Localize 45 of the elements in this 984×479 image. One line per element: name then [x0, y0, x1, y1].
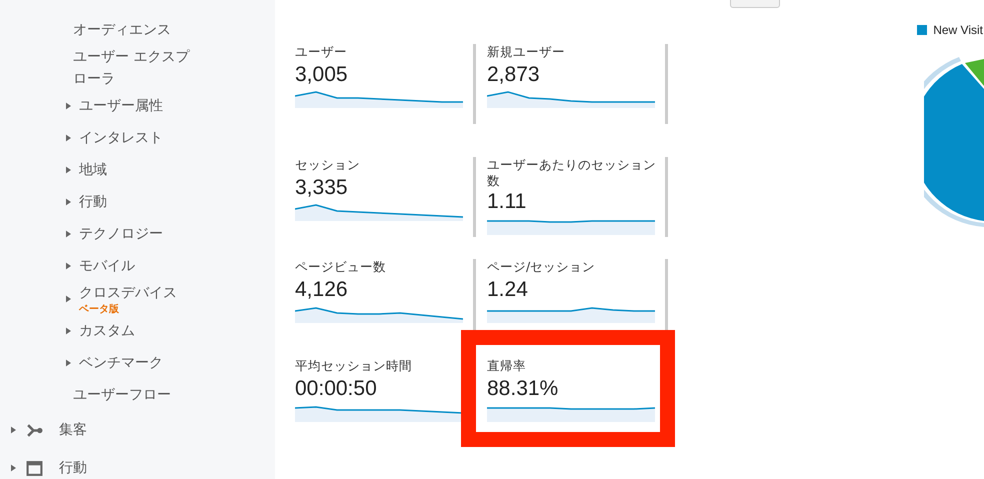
metric-value: 3,005 — [295, 62, 349, 88]
metric-value: 88.31% — [487, 376, 560, 402]
legend-label: New Visit — [933, 23, 984, 37]
expand-arrow-icon[interactable] — [66, 166, 71, 174]
expand-arrow-icon[interactable] — [11, 426, 16, 434]
metric-label: セッション — [295, 157, 360, 173]
beta-label: ベータ版 — [79, 304, 120, 315]
expand-arrow-icon[interactable] — [66, 262, 71, 270]
expand-arrow-icon[interactable] — [66, 102, 71, 110]
metric-value: 1.24 — [487, 277, 529, 303]
sidebar-item[interactable]: オーディエンス — [73, 19, 171, 41]
sidebar-item[interactable]: カスタム — [79, 320, 135, 342]
expand-arrow-icon[interactable] — [66, 230, 71, 238]
sidebar-item[interactable]: インタレスト — [79, 127, 163, 149]
expand-arrow-icon[interactable] — [66, 327, 71, 335]
metric-label: ユーザーあたりのセッション数 — [487, 157, 657, 189]
metric-value: 00:00:50 — [295, 376, 378, 402]
window-icon — [26, 460, 43, 476]
sidebar-item[interactable]: ユーザー属性 — [79, 95, 163, 117]
expand-arrow-icon[interactable] — [66, 198, 71, 206]
sidebar-item[interactable]: ユーザー エクスプローラ — [73, 46, 201, 90]
sidebar-item[interactable]: 地域 — [79, 159, 107, 181]
expand-arrow-icon[interactable] — [11, 464, 16, 472]
metric-label: ページ/セッション — [487, 259, 596, 275]
expand-arrow-icon[interactable] — [66, 294, 71, 302]
metric-label: 直帰率 — [487, 358, 526, 374]
metric-label: 平均セッション時間 — [295, 358, 412, 374]
metric-value: 1.11 — [487, 189, 528, 215]
sidebar-item[interactable]: クロスデバイス — [79, 282, 177, 304]
expand-arrow-icon[interactable] — [66, 134, 71, 142]
metric-value: 2,873 — [487, 62, 541, 88]
expand-arrow-icon[interactable] — [66, 359, 71, 367]
sidebar-item[interactable]: ベンチマーク — [79, 352, 163, 374]
metric-value: 4,126 — [295, 277, 349, 303]
metric-label: 新規ユーザー — [487, 44, 565, 60]
sidebar-item[interactable]: 行動 — [79, 191, 107, 213]
metric-value: 3,335 — [295, 175, 349, 201]
branch-icon — [26, 422, 43, 438]
sidebar-item[interactable]: ユーザーフロー — [73, 384, 171, 406]
metric-label: ページビュー数 — [295, 259, 386, 275]
metric-label: ユーザー — [295, 44, 347, 60]
sidebar-item[interactable]: テクノロジー — [79, 223, 163, 245]
sidebar-section[interactable]: 集客 — [59, 421, 87, 439]
sidebar-section[interactable]: 行動 — [59, 459, 87, 477]
sidebar-item[interactable]: モバイル — [79, 255, 135, 277]
